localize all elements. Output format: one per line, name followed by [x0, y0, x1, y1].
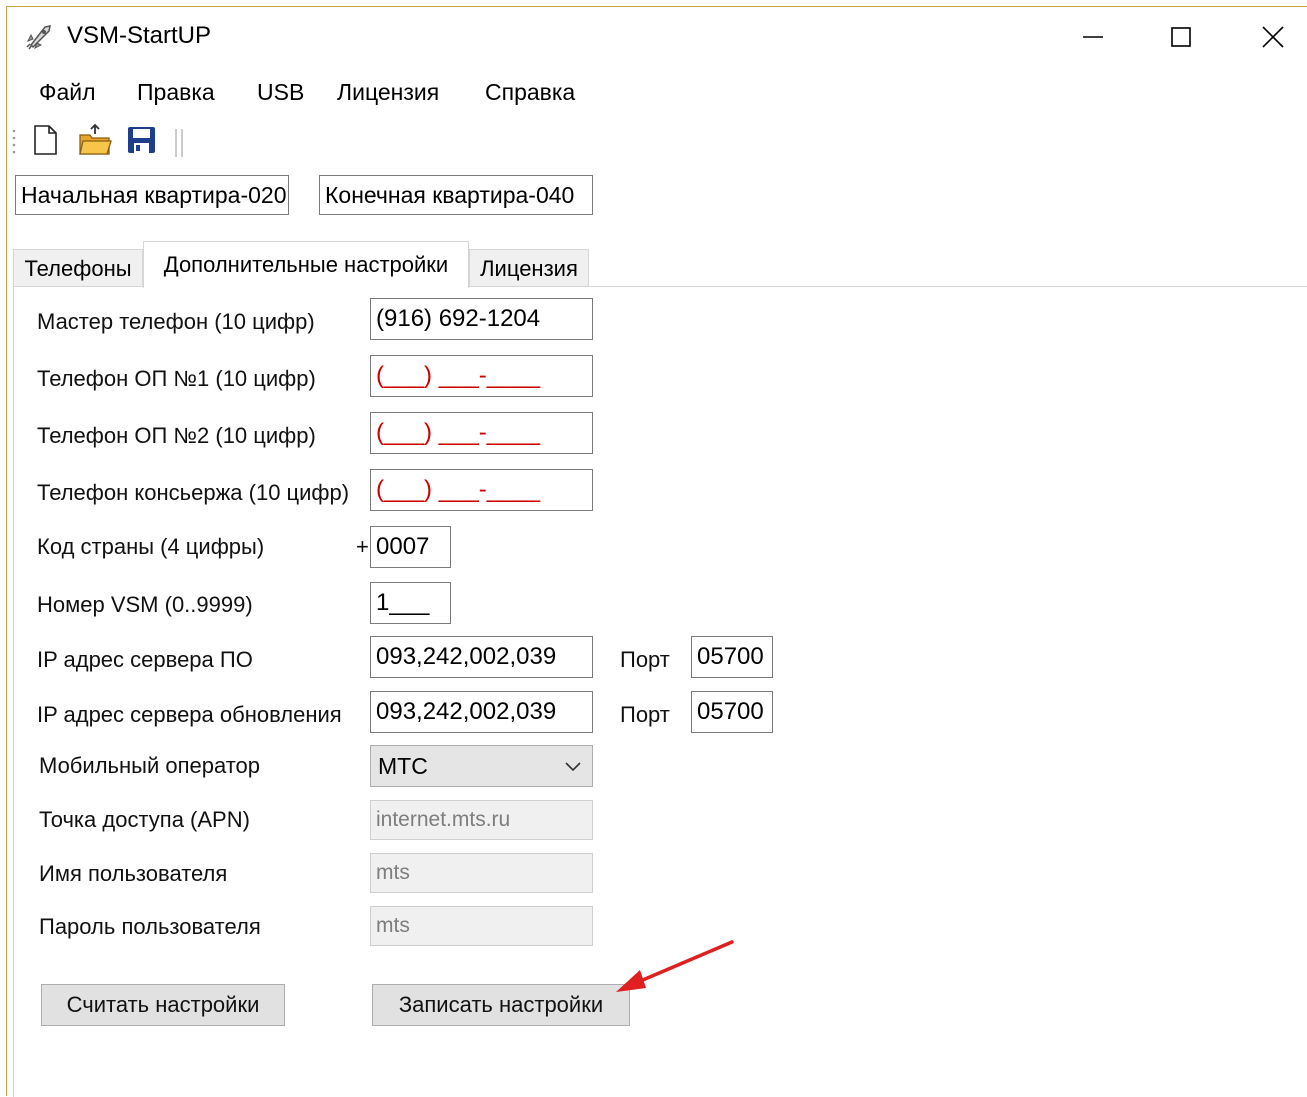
maximize-button[interactable]: [1135, 7, 1227, 67]
save-icon: [128, 127, 155, 153]
chevron-down-icon: [565, 762, 581, 772]
close-button[interactable]: [1227, 7, 1307, 67]
write-settings-button[interactable]: Записать настройки: [372, 984, 630, 1026]
operator-value: МТС: [378, 752, 428, 779]
apn-input: internet.mts.ru: [370, 800, 593, 840]
username-label: Имя пользователя: [39, 861, 228, 886]
op2-phone-input[interactable]: (___) ___-____: [370, 412, 593, 454]
title-bar[interactable]: VSM-StartUP: [7, 7, 1307, 67]
read-settings-button[interactable]: Считать настройки: [41, 984, 285, 1026]
annotation-arrow: [616, 940, 734, 992]
operator-dropdown[interactable]: МТС: [370, 745, 593, 787]
rocket-icon: [26, 25, 51, 50]
vsm-number-label: Номер VSM (0..9999): [37, 592, 253, 617]
server-ip-label: IP адрес сервера ПО: [37, 647, 253, 672]
menu-bar: Файл Правка USB Лицензия Справка: [7, 71, 1307, 115]
update-ip-input[interactable]: 093,242,002,039: [370, 691, 593, 733]
toolbar-grip-icon: [12, 129, 16, 154]
open-file-button[interactable]: [77, 123, 113, 162]
menu-edit[interactable]: Правка: [137, 79, 215, 106]
concierge-phone-label: Телефон консьержа (10 цифр): [37, 480, 350, 505]
tab-phones[interactable]: Телефоны: [13, 249, 143, 287]
menu-usb[interactable]: USB: [257, 79, 304, 106]
username-input: mts: [370, 853, 593, 893]
new-file-icon: [34, 125, 57, 155]
update-port-input[interactable]: 05700: [691, 691, 773, 733]
country-code-prefix: +: [356, 534, 369, 559]
op1-phone-input[interactable]: (___) ___-____: [370, 355, 593, 397]
concierge-phone-input[interactable]: (___) ___-____: [370, 469, 593, 511]
menu-help[interactable]: Справка: [485, 79, 575, 106]
vsm-number-input[interactable]: 1___: [370, 582, 451, 624]
new-file-button[interactable]: [29, 123, 61, 162]
update-port-label: Порт: [620, 702, 670, 727]
menu-file[interactable]: Файл: [39, 79, 96, 106]
server-port-label: Порт: [620, 647, 670, 672]
toolbar: [7, 117, 1307, 163]
toolbar-separator: [175, 129, 183, 157]
server-ip-input[interactable]: 093,242,002,039: [370, 636, 593, 678]
tab-additional-settings[interactable]: Дополнительные настройки: [143, 241, 469, 288]
start-apartment-field[interactable]: Начальная квартира-020: [15, 175, 289, 215]
server-port-input[interactable]: 05700: [691, 636, 773, 678]
country-code-label: Код страны (4 цифры): [37, 534, 265, 559]
minimize-icon: [1083, 36, 1103, 38]
menu-license[interactable]: Лицензия: [337, 79, 439, 106]
tab-strip: Телефоны Дополнительные настройки Лиценз…: [13, 241, 1307, 288]
tab-license[interactable]: Лицензия: [469, 249, 589, 287]
save-file-button[interactable]: [125, 123, 159, 162]
password-label: Пароль пользователя: [39, 914, 261, 939]
window-title: VSM-StartUP: [67, 22, 212, 49]
country-code-input[interactable]: 0007: [370, 526, 451, 568]
apn-label: Точка доступа (APN): [39, 807, 250, 832]
op2-phone-label: Телефон ОП №2 (10 цифр): [37, 423, 316, 448]
minimize-button[interactable]: [1047, 7, 1139, 67]
operator-label: Мобильный оператор: [39, 753, 261, 778]
close-icon: [1262, 26, 1284, 48]
update-ip-label: IP адрес сервера обновления: [37, 702, 342, 727]
master-phone-label: Мастер телефон (10 цифр): [37, 309, 315, 334]
op1-phone-label: Телефон ОП №1 (10 цифр): [37, 366, 316, 391]
open-folder-icon: [79, 123, 112, 155]
master-phone-input[interactable]: (916) 692-1204: [370, 298, 593, 340]
maximize-icon: [1171, 27, 1191, 47]
end-apartment-field[interactable]: Конечная квартира-040: [319, 175, 593, 215]
password-input: mts: [370, 906, 593, 946]
